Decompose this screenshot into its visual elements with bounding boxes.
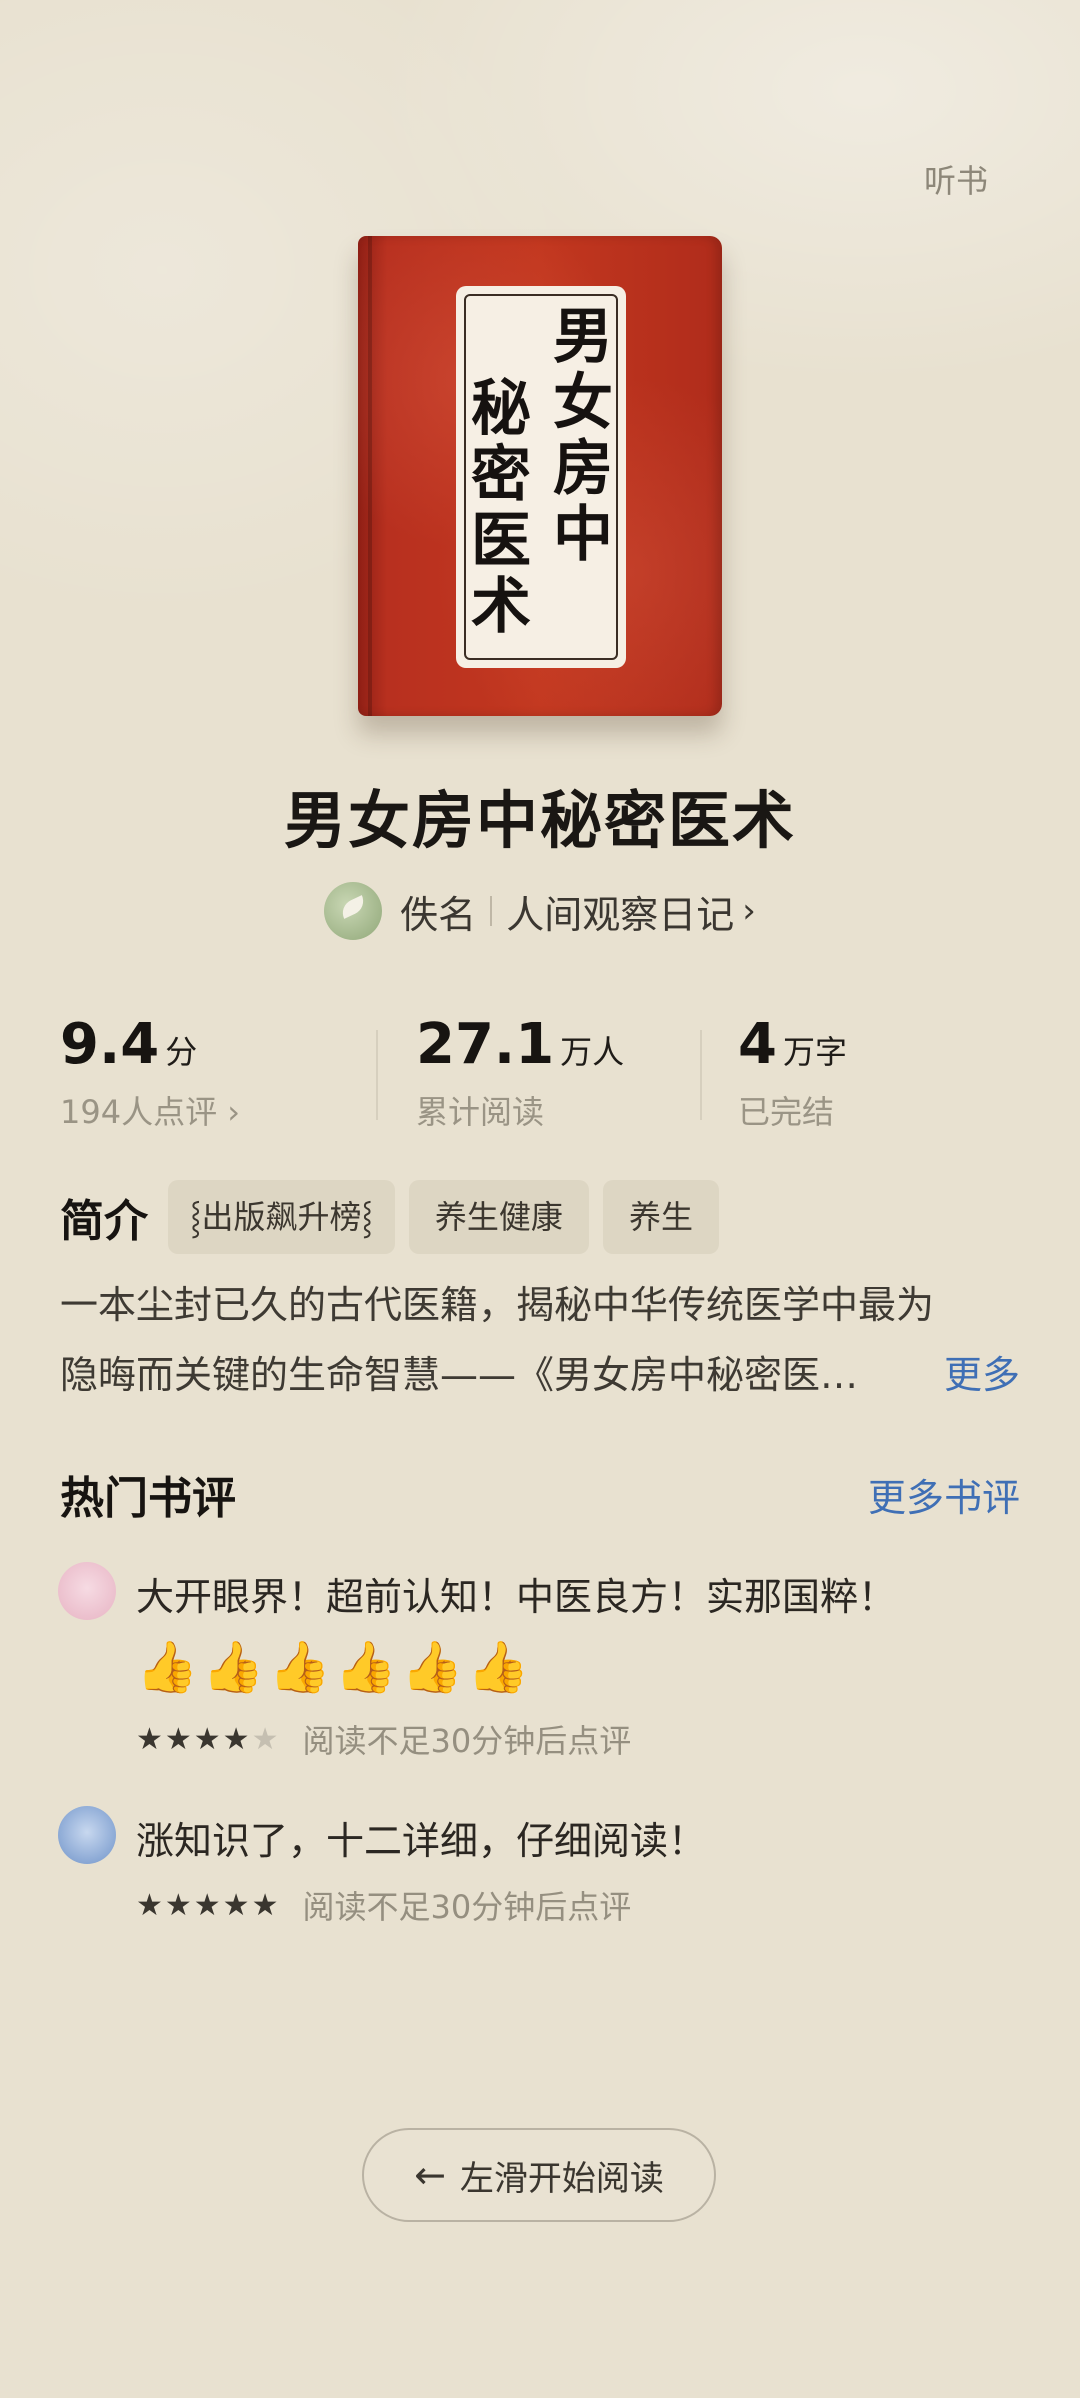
rating-value: 9.4: [60, 1012, 160, 1077]
words-stat: 4 万字 已完结: [738, 1012, 847, 1133]
reviews-title: 热门书评: [60, 1473, 236, 1524]
intro-line-2: 隐晦而关键的生命智慧——《男女房中秘密医…: [60, 1353, 859, 1397]
author-avatar: [324, 882, 383, 940]
review-meta: ★★★★★ 阅读不足30分钟后点评: [136, 1882, 631, 1928]
author-row[interactable]: 佚名 人间观察日记 ›: [0, 882, 1080, 940]
tag-subcategory[interactable]: 养生: [602, 1180, 719, 1254]
rating-count-link[interactable]: 194人点评 ›: [60, 1087, 240, 1133]
arrow-left-icon: ←: [414, 2153, 446, 2197]
words-unit: 万字: [782, 1033, 847, 1071]
book-title: 男女房中秘密医术: [283, 784, 796, 857]
intro-heading: 简介: [60, 1196, 148, 1247]
star-rating: ★★★★★: [136, 1887, 281, 1923]
reviewer-avatar: [58, 1806, 116, 1864]
intro-line-1: 一本尘封已久的古代医籍，揭秘中华传统医学中最为: [60, 1283, 935, 1327]
stat-divider: [376, 1030, 378, 1120]
rating-unit: 分: [165, 1033, 198, 1071]
reads-unit: 万人: [560, 1033, 625, 1071]
star-rating: ★★★★★: [136, 1721, 281, 1757]
review-text: 大开眼界！超前认知！中医良方！实那国粹！: [136, 1575, 897, 1619]
reviewer-avatar: [58, 1562, 116, 1620]
stats-bar: 9.4 分 194人点评 › 27.1 万人 累计阅读 4 万字 已完结: [60, 1012, 1020, 1142]
intro-text[interactable]: 一本尘封已久的古代医籍，揭秘中华传统医学中最为 隐晦而关键的生命智慧——《男女房…: [60, 1270, 1020, 1410]
author-name: 佚名: [400, 892, 477, 937]
reads-stat: 27.1 万人 累计阅读: [416, 1012, 624, 1133]
start-reading-label: 左滑开始阅读: [459, 2158, 664, 2199]
publisher-name[interactable]: 人间观察日记: [506, 884, 734, 939]
review-note: 阅读不足30分钟后点评: [302, 1722, 632, 1760]
cover-title-right: 男女房中: [553, 302, 613, 570]
thumbs-up-emojis: 👍👍👍👍👍👍: [136, 1638, 534, 1696]
intro-more-link[interactable]: 更多: [944, 1340, 1020, 1410]
review-text: 涨知识了，十二详细，仔细阅读！: [136, 1819, 707, 1863]
cover-label: 男女房中 秘密医术: [456, 286, 626, 668]
tag-category[interactable]: 养生健康: [408, 1180, 589, 1254]
reviews-header: 热门书评 更多书评: [60, 1462, 1020, 1526]
reads-value: 27.1: [416, 1012, 555, 1077]
start-reading-button[interactable]: ← 左滑开始阅读: [362, 2128, 716, 2222]
book-cover[interactable]: 男女房中 秘密医术: [358, 236, 722, 716]
cover-title-left: 秘密医术: [471, 374, 531, 642]
stat-divider: [700, 1030, 702, 1120]
intro-header: 简介 ⸾出版飙升榜⸾ 养生健康 养生: [60, 1180, 733, 1254]
reads-label: 累计阅读: [416, 1093, 545, 1131]
review-meta: ★★★★★ 阅读不足30分钟后点评: [136, 1716, 631, 1762]
more-reviews-link[interactable]: 更多书评: [868, 1467, 1020, 1522]
listen-button[interactable]: 听书: [924, 156, 988, 202]
divider: [490, 896, 493, 926]
review-note: 阅读不足30分钟后点评: [302, 1888, 632, 1926]
rating-stat[interactable]: 9.4 分 194人点评 ›: [60, 1012, 240, 1133]
status-label: 已完结: [738, 1093, 835, 1131]
chevron-right-icon: ›: [742, 891, 756, 931]
tag-rank[interactable]: ⸾出版飙升榜⸾: [168, 1180, 395, 1254]
words-value: 4: [738, 1012, 777, 1077]
